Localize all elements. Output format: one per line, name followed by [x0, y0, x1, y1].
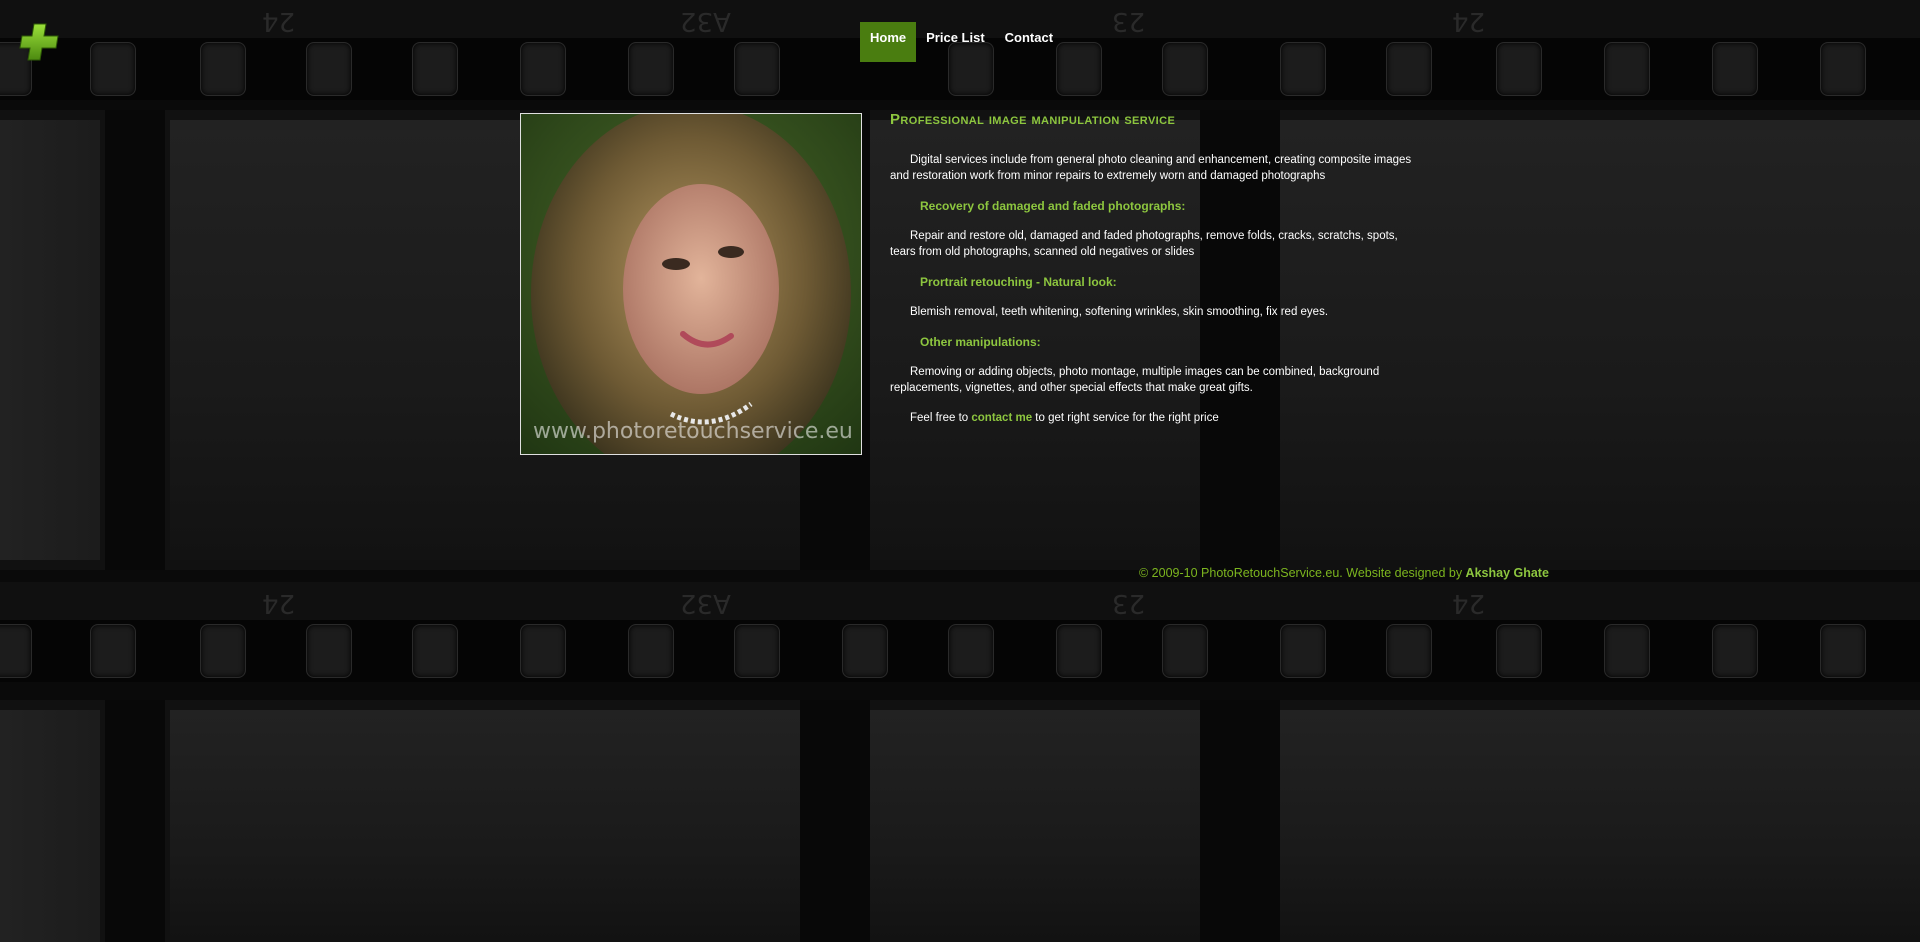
frame-gap [105, 110, 165, 570]
nav-home[interactable]: Home [860, 22, 917, 62]
sprocket-hole [1280, 42, 1326, 96]
frame-gap [1200, 700, 1280, 942]
main-content: Professional image manipulation service … [890, 112, 1420, 440]
closing-suffix: to get right service for the right price [1032, 412, 1219, 424]
green-plus-icon[interactable] [18, 22, 62, 62]
frame-number: A32 [680, 588, 731, 618]
sprocket-hole [1386, 42, 1432, 96]
frame-tile [0, 120, 100, 560]
frame-number: 24 [262, 588, 296, 618]
section-text-other: Removing or adding objects, photo montag… [890, 366, 1380, 394]
portrait-photo: www.photoretouchservice.eu [520, 113, 862, 455]
section-heading-recovery: Recovery of damaged and faded photograph… [920, 199, 1186, 213]
frame-number: A32 [680, 6, 731, 36]
sprocket-hole [412, 42, 458, 96]
frame-number: 23 [1112, 6, 1146, 36]
sprocket-hole [1280, 624, 1326, 678]
frame-tile [870, 710, 1200, 942]
sprocket-hole [90, 624, 136, 678]
sprocket-holes [0, 624, 1920, 680]
photo-watermark: www.photoretouchservice.eu [533, 419, 853, 444]
sprocket-hole [200, 42, 246, 96]
sprocket-hole [520, 42, 566, 96]
frame-number: 24 [1452, 6, 1486, 36]
sprocket-hole [1712, 42, 1758, 96]
sprocket-hole [628, 624, 674, 678]
sprocket-hole [412, 624, 458, 678]
frame-tile [0, 710, 100, 942]
closing-paragraph: Feel free to contact me to get right ser… [890, 410, 1420, 426]
nav-contact[interactable]: Contact [995, 22, 1063, 62]
sprocket-hole [90, 42, 136, 96]
sprocket-hole [1162, 42, 1208, 96]
sprocket-hole [1056, 624, 1102, 678]
sprocket-hole [1820, 624, 1866, 678]
section-text-portrait: Blemish removal, teeth whitening, soften… [910, 306, 1329, 318]
sprocket-hole [306, 624, 352, 678]
portrait-image [521, 114, 861, 454]
sprocket-hole [0, 624, 32, 678]
footer-designer-link[interactable]: Akshay Ghate [1466, 566, 1549, 580]
film-strip-middle: 24 A32 23 24 [0, 582, 1920, 682]
closing-prefix: Feel free to [910, 412, 972, 424]
sprocket-hole [1162, 624, 1208, 678]
frame-number: 24 [262, 6, 296, 36]
sprocket-hole [200, 624, 246, 678]
sprocket-hole [306, 42, 352, 96]
frame-number: 23 [1112, 588, 1146, 618]
frame-tile [170, 710, 800, 942]
section-heading-portrait: Prortrait retouching - Natural look: [920, 275, 1117, 289]
sprocket-hole [1386, 624, 1432, 678]
contact-me-link[interactable]: contact me [971, 412, 1032, 424]
sprocket-hole [628, 42, 674, 96]
frame-gap [105, 700, 165, 942]
frame-tile [1280, 710, 1920, 942]
sprocket-hole [1604, 42, 1650, 96]
page-title: Professional image manipulation service [890, 111, 1176, 128]
footer: © 2009-10 PhotoRetouchService.eu. Websit… [1139, 566, 1549, 580]
sprocket-hole [1496, 624, 1542, 678]
section-text-recovery: Repair and restore old, damaged and fade… [890, 230, 1398, 258]
intro-paragraph: Digital services include from general ph… [890, 154, 1412, 182]
sprocket-hole [1820, 42, 1866, 96]
nav-price-list[interactable]: Price List [916, 22, 995, 62]
section-heading-other: Other manipulations: [920, 335, 1041, 349]
sprocket-hole [734, 624, 780, 678]
frame-gap [800, 700, 870, 942]
main-nav: Home Price List Contact [860, 22, 1063, 62]
sprocket-hole [842, 624, 888, 678]
sprocket-hole [1496, 42, 1542, 96]
sprocket-hole [734, 42, 780, 96]
sprocket-hole [948, 624, 994, 678]
sprocket-hole [1712, 624, 1758, 678]
frame-number: 24 [1452, 588, 1486, 618]
sprocket-hole [520, 624, 566, 678]
footer-copyright: © 2009-10 PhotoRetouchService.eu. Websit… [1139, 566, 1466, 580]
sprocket-hole [1604, 624, 1650, 678]
